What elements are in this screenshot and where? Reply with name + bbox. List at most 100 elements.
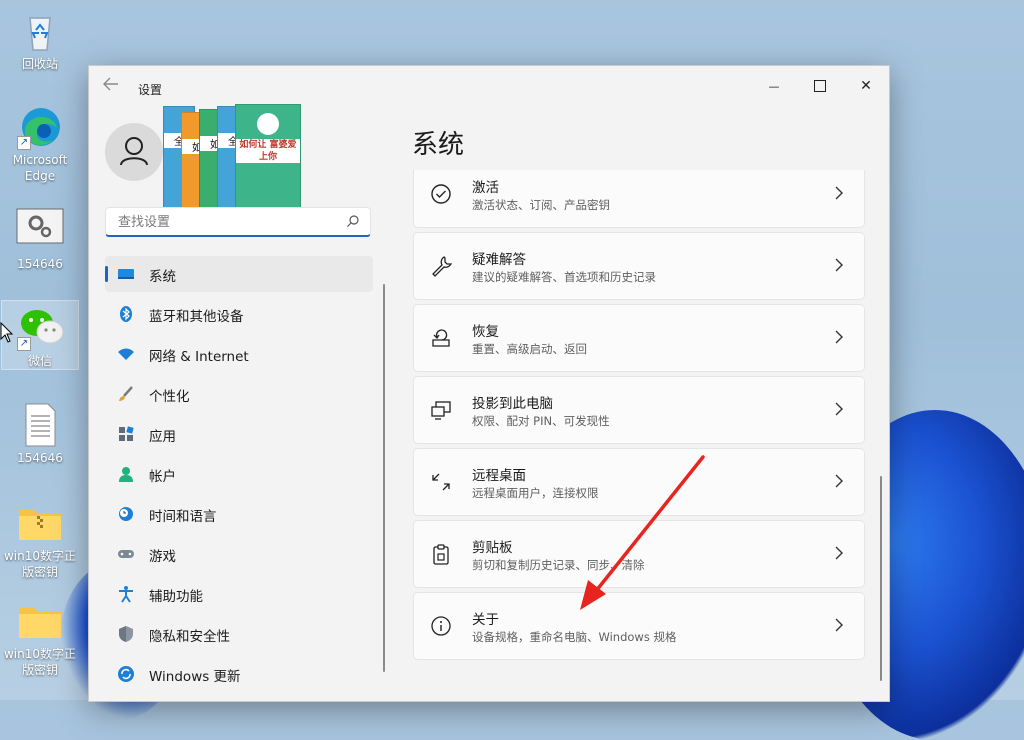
monitor-icon: [117, 265, 135, 283]
main-scrollbar[interactable]: [880, 476, 882, 681]
gamepad-icon: [117, 545, 135, 563]
sidebar-item-label: 系统: [149, 269, 176, 285]
folder-icon: [17, 598, 63, 644]
search-icon[interactable]: [346, 214, 360, 228]
sidebar-item-accessibility[interactable]: 辅助功能: [105, 576, 373, 612]
desktop-icon-label: 回收站: [21, 57, 58, 71]
sidebar-item-label: 时间和语言: [149, 509, 217, 525]
desktop-icon-edge[interactable]: ↗ Microsoft Edge: [2, 104, 78, 184]
settings-window: 设置 — ✕ 全 如 如 全 如何让 富婆爱上你 系统: [88, 65, 890, 702]
recycle-bin-icon: [17, 8, 63, 54]
card-title: 关于: [472, 612, 499, 628]
apps-icon: [117, 425, 135, 443]
close-button[interactable]: ✕: [843, 72, 889, 100]
sidebar-item-system[interactable]: 系统: [105, 256, 373, 292]
clipboard-icon: [430, 543, 452, 565]
card-title: 远程桌面: [472, 468, 526, 484]
desktop-icon-label: win10数字正版密钥: [3, 647, 77, 677]
sidebar-item-privacy[interactable]: 隐私和安全性: [105, 616, 373, 652]
mouse-cursor-icon: [0, 322, 14, 343]
wechat-icon: ↗: [17, 305, 64, 351]
sidebar-item-label: Windows 更新: [149, 669, 241, 685]
card-subtitle: 激活状态、订阅、产品密钥: [472, 198, 610, 212]
card-title: 疑难解答: [472, 252, 526, 268]
recovery-icon: [430, 327, 452, 349]
shortcut-arrow-icon: ↗: [17, 136, 31, 150]
settings-shortcut-icon: [16, 208, 64, 244]
active-indicator: [105, 266, 108, 282]
brush-icon: [117, 385, 135, 403]
search-input[interactable]: [116, 214, 340, 231]
desktop-icon-154646-shortcut[interactable]: 154646: [2, 208, 78, 272]
back-arrow-icon[interactable]: [103, 77, 123, 93]
book-cover-main: 如何让 富婆爱上你: [235, 104, 301, 211]
sidebar-item-apps[interactable]: 应用: [105, 416, 373, 452]
page-title: 系统: [412, 130, 465, 160]
sidebar-nav: 系统 蓝牙和其他设备 网络 & Internet 个性化 应用 帐户 时间和语言: [105, 256, 373, 696]
desktop-icon-154646-file[interactable]: 154646: [2, 402, 78, 466]
bluetooth-icon: [117, 305, 135, 323]
book-cover-text: 如何让 富婆爱上你: [236, 139, 300, 163]
clock-globe-icon: [117, 505, 135, 523]
zip-folder-icon: [17, 500, 63, 546]
sidebar-item-bluetooth[interactable]: 蓝牙和其他设备: [105, 296, 373, 332]
desktop-icon-recycle-bin[interactable]: 回收站: [2, 8, 78, 72]
sidebar-item-gaming[interactable]: 游戏: [105, 536, 373, 572]
sidebar-item-label: 蓝牙和其他设备: [149, 309, 244, 325]
shortcut-arrow-icon: ↗: [17, 337, 31, 351]
sidebar-item-time-language[interactable]: 时间和语言: [105, 496, 373, 532]
desktop-icon-win10-zip[interactable]: win10数字正版密钥: [2, 500, 78, 580]
sidebar-item-accounts[interactable]: 帐户: [105, 456, 373, 492]
card-subtitle: 建议的疑难解答、首选项和历史记录: [472, 270, 656, 284]
card-recovery[interactable]: 恢复 重置、高级启动、返回: [413, 304, 865, 372]
sidebar-item-label: 网络 & Internet: [149, 349, 249, 365]
chevron-right-icon: [834, 329, 844, 345]
desktop-icon-win10-folder[interactable]: win10数字正版密钥: [2, 598, 78, 678]
check-circle-icon: [430, 183, 452, 205]
book-advert-image: 全 如 如 全 如何让 富婆爱上你: [163, 104, 303, 211]
card-title: 恢复: [472, 324, 499, 340]
wifi-icon: [117, 345, 135, 363]
person-icon: [120, 137, 148, 166]
sidebar-scrollbar[interactable]: [383, 284, 385, 672]
user-avatar[interactable]: [105, 123, 163, 181]
minimize-button[interactable]: —: [751, 72, 797, 100]
desktop-icon-label: Microsoft Edge: [12, 153, 68, 183]
chevron-right-icon: [834, 473, 844, 489]
card-title: 激活: [472, 180, 499, 196]
chevron-right-icon: [834, 185, 844, 201]
project-icon: [430, 399, 452, 421]
panda-face-icon: [257, 113, 279, 135]
sidebar-item-label: 应用: [149, 429, 176, 445]
card-subtitle: 剪切和复制历史记录、同步、清除: [472, 558, 645, 572]
card-clipboard[interactable]: 剪贴板 剪切和复制历史记录、同步、清除: [413, 520, 865, 588]
sidebar-item-label: 辅助功能: [149, 589, 203, 605]
desktop-icon-label: 微信: [27, 354, 52, 368]
card-about[interactable]: 关于 设备规格，重命名电脑、Windows 规格: [413, 592, 865, 660]
sidebar-item-label: 个性化: [149, 389, 190, 405]
card-subtitle: 设备规格，重命名电脑、Windows 规格: [472, 630, 677, 644]
sidebar-item-label: 游戏: [149, 549, 176, 565]
desktop-icon-label: 154646: [17, 451, 63, 465]
card-activation[interactable]: 激活 激活状态、订阅、产品密钥: [413, 170, 865, 228]
card-troubleshoot[interactable]: 疑难解答 建议的疑难解答、首选项和历史记录: [413, 232, 865, 300]
maximize-button[interactable]: [797, 72, 843, 100]
sidebar-item-windows-update[interactable]: Windows 更新: [105, 656, 373, 692]
card-subtitle: 重置、高级启动、返回: [472, 342, 587, 356]
card-project-to-pc[interactable]: 投影到此电脑 权限、配对 PIN、可发现性: [413, 376, 865, 444]
minimize-icon: —: [768, 80, 780, 93]
sidebar-item-label: 帐户: [149, 469, 176, 485]
sidebar-item-label: 隐私和安全性: [149, 629, 230, 645]
sidebar-item-personalization[interactable]: 个性化: [105, 376, 373, 412]
sidebar-item-network[interactable]: 网络 & Internet: [105, 336, 373, 372]
search-box[interactable]: [105, 207, 371, 237]
edge-icon: ↗: [17, 104, 63, 150]
card-remote-desktop[interactable]: 远程桌面 远程桌面用户，连接权限: [413, 448, 865, 516]
wrench-icon: [430, 255, 453, 277]
desktop-icon-label: win10数字正版密钥: [3, 549, 77, 579]
card-subtitle: 远程桌面用户，连接权限: [472, 486, 599, 500]
settings-card-list: 激活 激活状态、订阅、产品密钥 疑难解答 建议的疑难解答、首选项和历史记录 恢复…: [413, 170, 865, 701]
remote-desktop-icon: [430, 471, 452, 493]
desktop-icon-label: 154646: [17, 257, 63, 271]
title-bar: 设置 — ✕: [89, 66, 889, 100]
